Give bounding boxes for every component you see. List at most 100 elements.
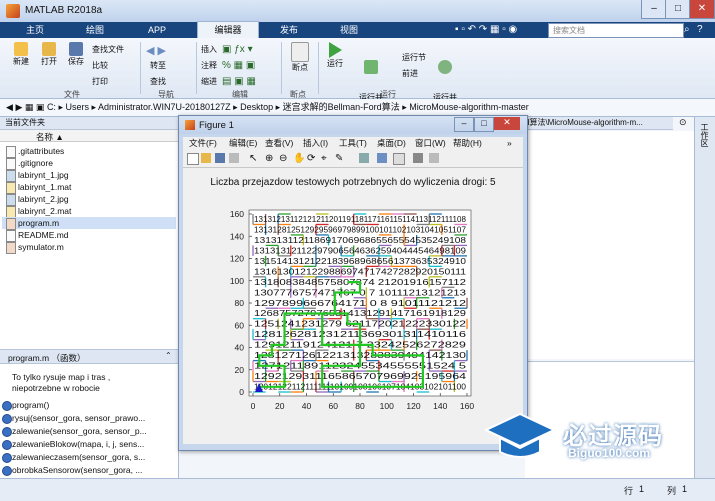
hide-tools-icon[interactable] [413, 153, 423, 163]
tab-home[interactable]: 主页 [14, 22, 56, 38]
compare-button[interactable]: 比较 [92, 60, 108, 71]
ribbon-separator [318, 42, 319, 94]
name-column-header[interactable]: 名称 ▲ [36, 131, 64, 143]
file-item[interactable]: README.md [18, 230, 69, 240]
function-item[interactable]: zalewanie(sensor_gora, sensor_p... [2, 426, 172, 437]
function-item[interactable]: program() [2, 400, 172, 411]
details-panel-header[interactable]: program.m （函数） ⌃ [0, 349, 178, 364]
file-item[interactable]: .gitattributes [18, 146, 64, 156]
select-arrow-icon[interactable]: ↖ [249, 153, 259, 164]
indent-tools-icon[interactable]: ▤ ▣ ▦ [222, 76, 256, 87]
save-figure-icon[interactable] [215, 153, 225, 163]
run-button[interactable]: 运行 [322, 42, 348, 69]
quick-access-toolbar[interactable]: ▪ ▫ ↶ ↷ ▦ ▫ ◉ [455, 24, 517, 35]
run-section-button[interactable]: 运行节 [402, 52, 426, 63]
file-item[interactable]: labirynt_2.mat [18, 206, 71, 216]
find-files-button[interactable]: 查找文件 [92, 44, 124, 55]
find-button[interactable]: 查找 [150, 76, 166, 87]
back-forward-icon[interactable]: ◀ ▶ [146, 44, 166, 57]
tab-plots[interactable]: 绘图 [74, 22, 116, 38]
print-figure-icon[interactable] [229, 153, 239, 163]
file-item[interactable]: labirynt_1.mat [18, 182, 71, 192]
file-list-header[interactable]: 名称 ▲ [0, 130, 178, 142]
open-button[interactable]: 打开 [36, 42, 62, 67]
search-docs-input[interactable]: 搜索文档 [548, 23, 684, 38]
path-segment[interactable]: C: [47, 102, 56, 112]
function-item[interactable]: zalewanieBlokow(mapa, i, j, sens... [2, 439, 172, 450]
function-item[interactable]: rysuj(sensor_gora, sensor_prawo... [2, 413, 172, 424]
menu-view[interactable]: 查看(V) [265, 137, 293, 150]
open-file-icon[interactable] [201, 153, 211, 163]
path-segment[interactable]: Administrator.WIN7U-20180127Z [98, 102, 231, 112]
goto-button[interactable]: 转至 [150, 60, 166, 71]
menu-help[interactable]: 帮助(H) [453, 137, 482, 150]
path-segment[interactable]: MicroMouse-algorithm-master [409, 102, 529, 112]
help-icon[interactable]: ? [697, 24, 703, 35]
new-figure-icon[interactable] [187, 153, 199, 165]
figure-canvas[interactable]: Liczba przejazdow testowych potrzebnych … [183, 168, 523, 444]
indent-button[interactable]: 缩进 [201, 76, 217, 87]
menu-file[interactable]: 文件(F) [189, 137, 217, 150]
function-item[interactable]: zalewanieczasem(sensor_gora, s... [2, 452, 172, 463]
save-button[interactable]: 保存 [63, 42, 89, 67]
breakpoints-button[interactable]: 断点 [286, 42, 314, 73]
forward-icon[interactable]: ▶ [15, 102, 22, 112]
editor-menu-icon[interactable]: ⊙ [679, 117, 687, 128]
print-button[interactable]: 打印 [92, 76, 108, 87]
edit-tools-icon[interactable]: ▣ ƒx ▾ [222, 44, 253, 55]
figure-title-bar[interactable]: Figure 1 – □ ✕ [179, 116, 527, 134]
close-button[interactable]: ✕ [689, 0, 715, 19]
editor-pane[interactable] [525, 131, 694, 359]
link-plot-icon[interactable] [359, 153, 369, 163]
comment-button[interactable]: 注释 [201, 60, 217, 71]
function-icon [2, 466, 12, 476]
pan-icon[interactable]: ✋ [293, 153, 305, 164]
path-segment[interactable]: Desktop [240, 102, 273, 112]
data-cursor-icon[interactable]: ⌖ [321, 153, 331, 164]
comment-tools-icon[interactable]: % ▦ ▣ [222, 60, 255, 71]
browse-icon[interactable]: ▣ [36, 102, 45, 112]
maximize-button[interactable]: □ [665, 0, 691, 19]
figure-window[interactable]: Figure 1 – □ ✕ 文件(F) 编辑(E) 查看(V) 插入(I) 工… [178, 115, 528, 451]
menu-tools[interactable]: 工具(T) [339, 137, 367, 150]
new-button[interactable]: 新建 [8, 42, 34, 67]
path-segment[interactable]: 迷宫求解的Bellman-Ford算法 [283, 102, 400, 112]
function-item[interactable]: obrobkaSensorow(sensor_gora, ... [2, 465, 172, 476]
advance-button[interactable]: 前进 [402, 68, 418, 79]
up-folder-icon[interactable]: ▦ [25, 102, 34, 112]
dock-icon[interactable] [429, 153, 439, 163]
zoom-in-icon[interactable]: ⊕ [265, 153, 275, 164]
current-folder-panel: 当前文件夹 名称 ▲ .gitattributes .gitignore lab… [0, 117, 179, 478]
tab-view[interactable]: 视图 [328, 22, 370, 38]
tab-publish[interactable]: 发布 [268, 22, 310, 38]
chevron-up-icon[interactable]: ⌃ [165, 351, 172, 360]
menu-window[interactable]: 窗口(W) [415, 137, 446, 150]
menu-edit[interactable]: 编辑(E) [229, 137, 257, 150]
legend-icon[interactable] [393, 153, 405, 165]
file-item[interactable]: symulator.m [18, 242, 64, 252]
workspace-label[interactable]: 工作区 [700, 123, 710, 147]
minimize-button[interactable]: – [641, 0, 667, 19]
menu-insert[interactable]: 插入(I) [303, 137, 328, 150]
menu-desktop[interactable]: 桌面(D) [377, 137, 406, 150]
figure-minimize-button[interactable]: – [454, 117, 474, 132]
file-item-selected[interactable]: program.m [18, 218, 59, 228]
maze-cell-values: 1297899666764171 0 8 91011121212 [254, 298, 467, 308]
rotate-icon[interactable]: ⟳ [307, 153, 317, 164]
file-item[interactable]: labirynt_1.jpg [18, 170, 69, 180]
colorbar-icon[interactable] [377, 153, 387, 163]
menu-overflow-icon[interactable]: » [507, 137, 512, 150]
figure-close-button[interactable]: ✕ [494, 117, 520, 130]
editor-path-tab[interactable]: d算法\MicroMouse-algorithm-m... [525, 117, 673, 130]
brush-icon[interactable]: ✎ [335, 153, 345, 164]
tab-apps[interactable]: APP [136, 22, 178, 38]
file-item[interactable]: .gitignore [18, 158, 53, 168]
insert-button[interactable]: 插入 [201, 44, 217, 55]
path-segment[interactable]: Users [65, 102, 89, 112]
function-label: zalewanieczasem(sensor_gora, s... [12, 452, 146, 462]
figure-maximize-button[interactable]: □ [474, 117, 494, 132]
zoom-out-icon[interactable]: ⊖ [279, 153, 289, 164]
search-icon[interactable]: ⌕ [684, 24, 690, 35]
back-icon[interactable]: ◀ [6, 102, 13, 112]
file-item[interactable]: labirynt_2.jpg [18, 194, 69, 204]
